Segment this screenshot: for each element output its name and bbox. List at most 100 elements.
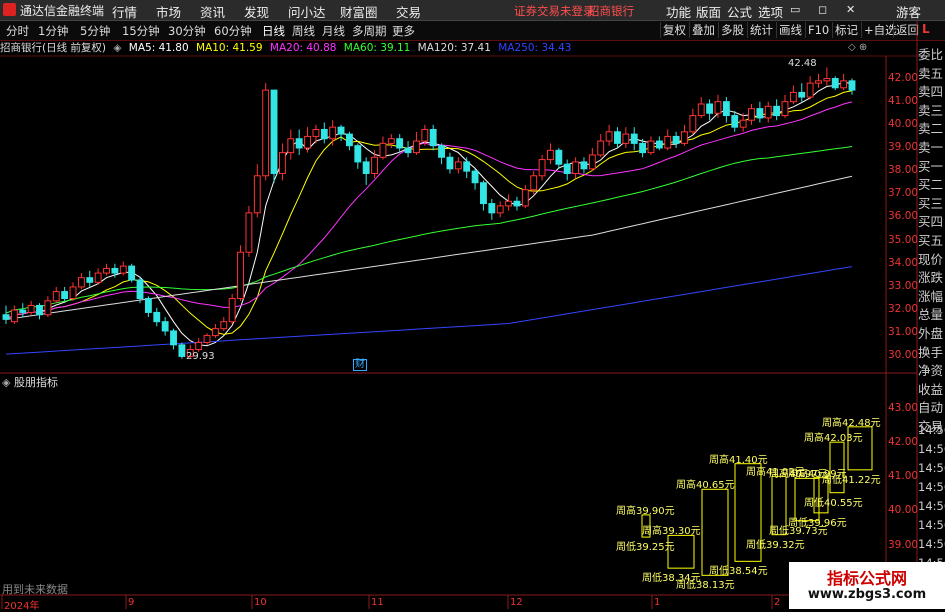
candle[interactable]: [94, 268, 102, 285]
candle[interactable]: [211, 324, 219, 338]
candle[interactable]: [396, 134, 404, 153]
candle[interactable]: [521, 185, 529, 209]
finance-marker-icon[interactable]: 财: [353, 359, 367, 371]
candle[interactable]: [739, 113, 747, 132]
candle[interactable]: [572, 157, 580, 179]
candle[interactable]: [454, 157, 462, 174]
candle[interactable]: [170, 328, 177, 350]
candle[interactable]: [429, 124, 437, 151]
side-panel-item[interactable]: 涨跌: [918, 267, 945, 286]
candle[interactable]: [52, 286, 60, 304]
candle[interactable]: [513, 196, 521, 211]
candle[interactable]: [764, 101, 772, 123]
side-panel-item[interactable]: 买四: [918, 211, 945, 230]
side-panel-item[interactable]: 现价: [918, 249, 945, 268]
candle[interactable]: [295, 129, 303, 155]
side-panel-item[interactable]: 换手: [918, 342, 945, 361]
candle[interactable]: [304, 127, 311, 153]
candle[interactable]: [278, 143, 286, 181]
candle[interactable]: [614, 127, 621, 148]
candle[interactable]: [245, 205, 253, 257]
candle[interactable]: [61, 286, 69, 301]
candle[interactable]: [27, 300, 35, 315]
candle[interactable]: [287, 129, 295, 160]
candle[interactable]: [77, 273, 85, 290]
candle[interactable]: [689, 108, 697, 135]
candle[interactable]: [438, 143, 445, 165]
candle[interactable]: [36, 303, 43, 320]
candle[interactable]: [262, 83, 270, 181]
side-panel-item[interactable]: 自动: [918, 397, 945, 416]
candle[interactable]: [195, 337, 203, 352]
candle[interactable]: [588, 148, 596, 172]
candle[interactable]: [153, 307, 161, 327]
candle[interactable]: [848, 78, 856, 95]
candle[interactable]: [178, 342, 186, 359]
candle[interactable]: [496, 201, 504, 218]
indicator-settings-icon[interactable]: ◈: [2, 376, 10, 389]
candle[interactable]: [144, 296, 152, 318]
candle[interactable]: [697, 97, 705, 118]
candle[interactable]: [320, 122, 328, 144]
candle[interactable]: [161, 317, 169, 336]
candle[interactable]: [580, 157, 588, 174]
side-panel-item[interactable]: 买五: [918, 230, 945, 249]
candle[interactable]: [563, 159, 571, 181]
side-panel-item[interactable]: 买三: [918, 193, 945, 212]
candle[interactable]: [128, 263, 136, 283]
candle[interactable]: [413, 131, 420, 155]
candle[interactable]: [44, 296, 52, 318]
side-panel-item[interactable]: 卖五: [918, 63, 945, 82]
candle[interactable]: [555, 148, 563, 169]
side-panel-item[interactable]: 净资: [918, 360, 945, 379]
candle[interactable]: [220, 317, 228, 331]
candle[interactable]: [480, 180, 487, 211]
side-panel-item[interactable]: 买二: [918, 174, 945, 193]
indicator-name[interactable]: 股朋指标: [14, 376, 58, 389]
candle[interactable]: [86, 270, 94, 287]
side-panel-item[interactable]: 卖三: [918, 100, 945, 119]
side-panel-item[interactable]: 外盘: [918, 323, 945, 342]
candle[interactable]: [329, 120, 337, 146]
candle[interactable]: [823, 67, 831, 86]
candle[interactable]: [806, 76, 814, 100]
candle[interactable]: [2, 305, 10, 324]
candle[interactable]: [706, 99, 714, 121]
candle[interactable]: [664, 129, 672, 151]
candle[interactable]: [538, 154, 546, 181]
candle[interactable]: [10, 305, 18, 324]
candle[interactable]: [362, 157, 370, 186]
candle[interactable]: [831, 76, 839, 91]
candle[interactable]: [597, 134, 605, 158]
candle[interactable]: [748, 104, 755, 125]
candle[interactable]: [404, 141, 412, 158]
candle[interactable]: [103, 263, 110, 276]
candle[interactable]: [840, 73, 848, 91]
candle[interactable]: [731, 110, 739, 132]
side-panel-item[interactable]: 卖一: [918, 137, 945, 156]
candle[interactable]: [228, 293, 236, 324]
candle[interactable]: [798, 83, 806, 102]
candle[interactable]: [345, 131, 353, 151]
candle[interactable]: [622, 127, 630, 148]
candle[interactable]: [354, 143, 362, 169]
candle[interactable]: [655, 136, 663, 151]
candle[interactable]: [379, 136, 387, 160]
candle[interactable]: [119, 261, 127, 276]
candle[interactable]: [203, 333, 211, 345]
candle[interactable]: [463, 157, 471, 179]
candle[interactable]: [647, 136, 655, 155]
candle[interactable]: [471, 168, 479, 190]
side-panel-item[interactable]: 委比: [918, 44, 945, 63]
candle[interactable]: [714, 94, 722, 118]
candle[interactable]: [69, 282, 77, 301]
candle[interactable]: [19, 303, 27, 318]
candle[interactable]: [270, 89, 278, 183]
side-panel-item[interactable]: 卖四: [918, 81, 945, 100]
candle[interactable]: [815, 73, 822, 88]
candle[interactable]: [237, 245, 244, 301]
side-panel-item[interactable]: 总量: [918, 304, 945, 323]
candle[interactable]: [446, 152, 454, 174]
candle[interactable]: [547, 143, 554, 165]
side-panel-item[interactable]: 收益: [918, 379, 945, 398]
